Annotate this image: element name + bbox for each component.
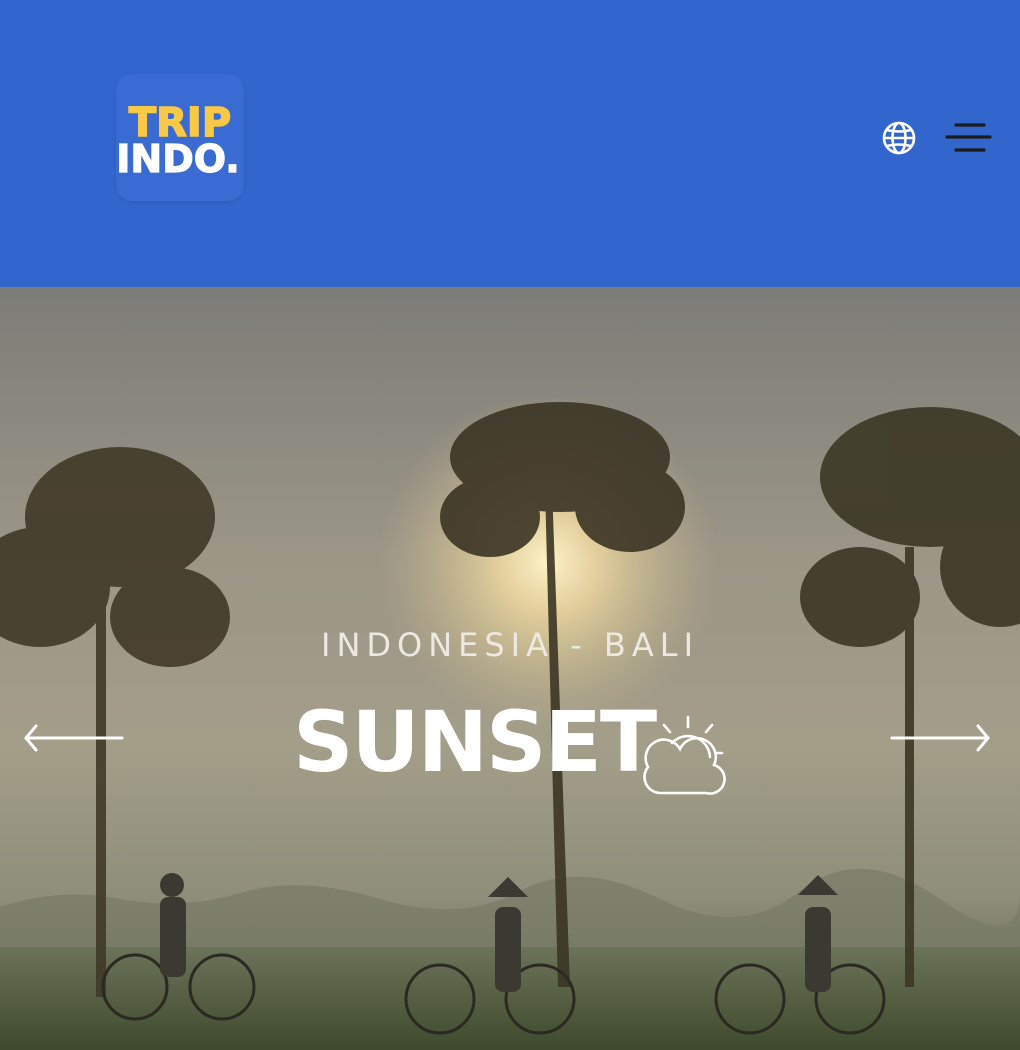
hero-slider: INDONESIA - BALI SUNSET <box>0 287 1020 1050</box>
logo-line-2: INDO. <box>116 137 239 181</box>
site-header: TRIP INDO. <box>0 0 1020 287</box>
brand-logo[interactable]: TRIP INDO. <box>116 74 244 201</box>
logo-mark: TRIP INDO. <box>116 99 240 181</box>
hero-image <box>0 287 1020 1050</box>
hero-title: SUNSET <box>293 693 657 791</box>
arrow-right-icon[interactable] <box>888 721 992 755</box>
arrow-left-icon[interactable] <box>22 721 126 755</box>
partly-cloudy-icon <box>636 711 728 797</box>
hamburger-menu-icon[interactable] <box>944 120 992 156</box>
hero-location: INDONESIA - BALI <box>321 626 699 664</box>
globe-icon[interactable] <box>881 120 917 156</box>
